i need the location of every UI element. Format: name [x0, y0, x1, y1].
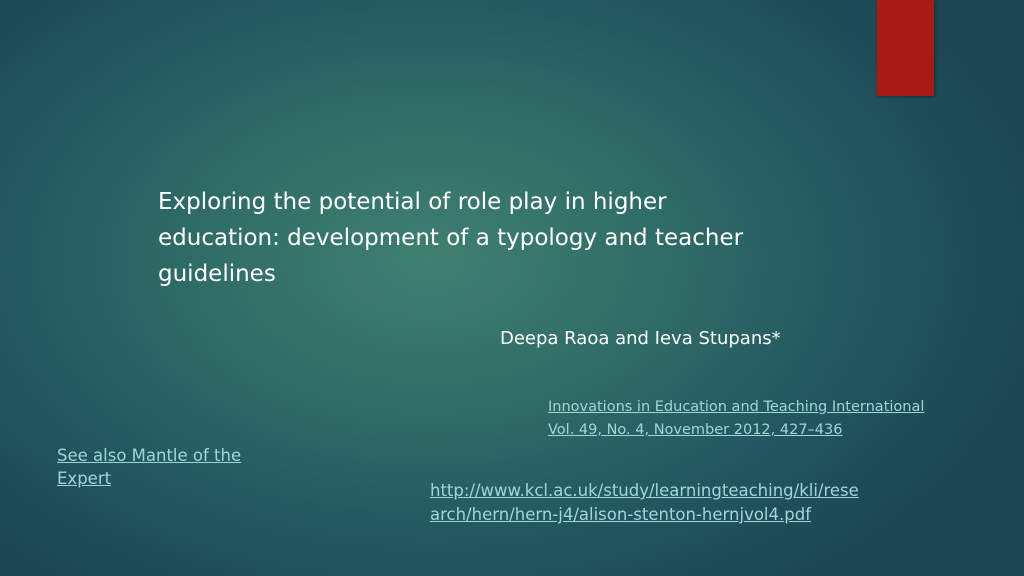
- see-also-line: See also Mantle of the: [57, 446, 242, 465]
- citation-line: Innovations in Education and Teaching In…: [548, 399, 925, 415]
- url-line: arch/hern/hern-j4/alison-stenton-hernjvo…: [430, 505, 812, 524]
- slide-title: Exploring the potential of role play in …: [158, 184, 798, 292]
- citation-line: Vol. 49, No. 4, November 2012, 427–436: [548, 422, 843, 438]
- slide-title-line: education: development of a typology and…: [158, 225, 744, 251]
- accent-tab: [877, 0, 934, 96]
- journal-citation-link[interactable]: Innovations in Education and Teaching In…: [548, 396, 968, 442]
- see-also-link[interactable]: See also Mantle of the Expert: [57, 444, 277, 490]
- slide-title-line: Exploring the potential of role play in …: [158, 189, 667, 215]
- url-line: http://www.kcl.ac.uk/study/learningteach…: [430, 481, 859, 500]
- see-also-line: Expert: [57, 469, 112, 488]
- pdf-url-link[interactable]: http://www.kcl.ac.uk/study/learningteach…: [430, 479, 990, 527]
- slide-title-line: guidelines: [158, 261, 276, 287]
- authors-text: Deepa Raoa and Ieva Stupans*: [500, 328, 781, 349]
